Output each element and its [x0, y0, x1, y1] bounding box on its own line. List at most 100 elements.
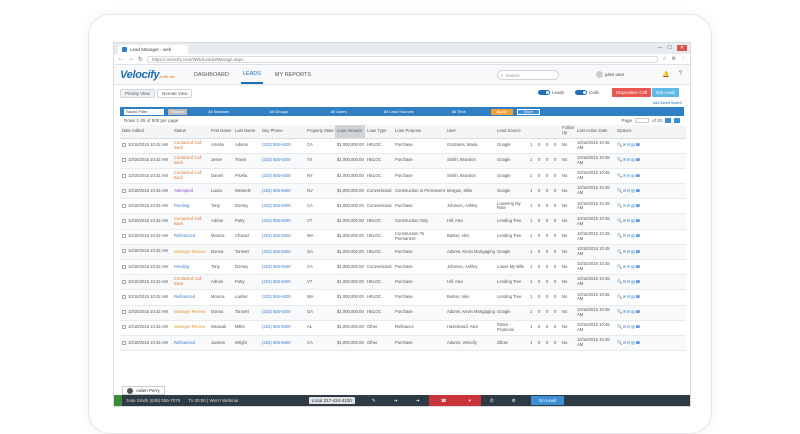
save-button[interactable]: Save — [516, 108, 540, 115]
bookmark-icon[interactable]: ☆ — [662, 56, 666, 62]
caller-id-number[interactable]: Local 317-424-4100 — [308, 397, 355, 404]
page-input[interactable] — [634, 118, 649, 123]
forward-icon[interactable]: ➜ — [407, 395, 429, 406]
menu-icon[interactable]: ⋮ — [681, 56, 686, 62]
table-cell[interactable]: Contacted Call Back — [172, 274, 209, 291]
row-checkbox[interactable] — [122, 264, 126, 269]
nav-dashboard[interactable]: DASHBOARD — [192, 65, 231, 84]
table-row[interactable]: 10/15/2015 10:42 AM Manager Review Donna To… — [120, 305, 686, 321]
bell-icon[interactable]: 🔔 — [662, 71, 669, 78]
user-menu[interactable]: jules user — [596, 71, 624, 78]
table-cell[interactable]: 🔍✉⚙▤☎ — [615, 198, 686, 215]
column-header[interactable]: Loan Amount — [335, 125, 365, 139]
column-header[interactable]: Loan Type — [365, 125, 393, 139]
browser-tab[interactable]: Lead Manager - web — [118, 45, 188, 54]
search-filter-button[interactable]: Search — [168, 108, 187, 115]
edit-icon[interactable]: ✎ — [363, 395, 385, 406]
column-header[interactable]: User — [445, 125, 495, 139]
apply-button[interactable]: Apply — [490, 108, 513, 115]
table-cell[interactable]: (323) 555-8400 — [260, 168, 305, 185]
table-row[interactable]: 10/15/2015 10:42 AM Attempted Laura Wessels… — [120, 183, 686, 200]
table-cell[interactable]: (323) 555-8400 — [260, 229, 305, 245]
table-cell[interactable]: 🔍✉⚙▤☎ — [615, 213, 686, 230]
table-row[interactable]: 10/15/2015 10:42 AM Contacted Call Back Ad… — [120, 213, 686, 230]
row-checkbox[interactable] — [122, 310, 126, 315]
get-lead-button[interactable]: Get Lead — [652, 88, 679, 97]
next-page-button[interactable] — [674, 118, 680, 123]
row-checkbox[interactable] — [122, 219, 126, 224]
row-checkbox[interactable] — [122, 143, 126, 148]
row-checkbox[interactable] — [122, 173, 126, 178]
row-checkbox[interactable] — [122, 249, 126, 254]
saved-filter-select[interactable]: Saved Filter — [124, 108, 164, 115]
table-cell[interactable]: Contacted Call Back — [172, 168, 209, 185]
filter-time[interactable]: All Time — [431, 109, 487, 114]
table-cell[interactable]: Manager Review — [172, 320, 209, 336]
table-cell[interactable]: (323) 555-8400 — [260, 320, 305, 336]
table-cell[interactable]: Pending — [172, 259, 209, 276]
table-cell[interactable]: Manager Review — [172, 305, 209, 321]
table-cell[interactable]: Pending — [172, 198, 209, 215]
table-cell[interactable]: 🔍✉⚙▤☎ — [615, 244, 686, 261]
table-row[interactable]: 10/15/2015 10:42 AM Pending Tony Dorsey (323… — [120, 259, 686, 276]
filter-users[interactable]: All Users — [311, 109, 367, 114]
minimize-icon[interactable]: — — [657, 45, 662, 51]
column-header[interactable]: Last Action Date — [575, 125, 615, 139]
table-cell[interactable]: Attempted — [172, 183, 209, 200]
table-cell[interactable]: (323) 555-8400 — [260, 289, 305, 306]
dialpad-icon[interactable]: ✆ — [481, 395, 503, 406]
table-cell[interactable]: Contacted Call Back — [172, 153, 209, 169]
table-cell[interactable]: Contacted Call Back — [172, 213, 209, 230]
row-checkbox[interactable] — [122, 158, 126, 163]
column-header[interactable] — [536, 125, 544, 139]
column-header[interactable]: Status — [172, 125, 209, 139]
table-cell[interactable]: 🔍✉⚙▤☎ — [615, 305, 686, 321]
table-cell[interactable]: (323) 555-8400 — [260, 198, 305, 215]
table-cell[interactable]: Refinanced — [172, 289, 209, 306]
table-cell[interactable]: (323) 555-8400 — [260, 305, 305, 321]
column-header[interactable]: Lead Source — [495, 125, 528, 139]
contact-popup[interactable]: Adam Perry — [122, 386, 165, 395]
nav-my-reports[interactable]: MY REPORTS — [273, 65, 313, 84]
column-header[interactable]: Options — [615, 125, 686, 139]
table-cell[interactable]: (323) 555-8400 — [260, 244, 305, 261]
column-header[interactable]: Follow Up — [560, 125, 575, 139]
table-cell[interactable]: (323) 555-8400 — [260, 213, 305, 230]
priority-view-button[interactable]: Priority View — [120, 88, 155, 98]
table-row[interactable]: 10/15/2015 10:42 AM Manager Review Donna To… — [120, 244, 686, 261]
filter-groups[interactable]: All Groups — [251, 109, 307, 114]
disposition-call-button[interactable]: Disposition Call — [612, 88, 652, 97]
column-header[interactable] — [552, 125, 560, 139]
maximize-icon[interactable]: ☐ — [667, 45, 671, 51]
address-bar[interactable]: https://.velocify.com/Web/Leads/Manage.a… — [147, 55, 659, 63]
table-row[interactable]: 10/15/2015 10:42 AM Pending Tony Dorsey (323… — [120, 198, 686, 215]
filter-lead-sources[interactable]: All Lead Sources — [371, 109, 427, 114]
dropdown-icon[interactable]: ▾ — [458, 395, 481, 406]
row-checkbox[interactable] — [122, 203, 126, 208]
table-cell[interactable]: 🔍✉⚙▤☎ — [615, 229, 686, 245]
forward-icon[interactable]: → — [128, 56, 134, 62]
extension-icon[interactable]: ⚙ — [672, 56, 676, 62]
table-cell[interactable]: Manager Review — [172, 244, 209, 261]
column-header[interactable]: Date Added — [120, 125, 172, 139]
table-cell[interactable]: 🔍✉⚙▤☎ — [615, 138, 686, 154]
row-checkbox[interactable] — [122, 295, 126, 300]
help-icon[interactable]: ? — [679, 71, 682, 78]
normal-view-button[interactable]: Normal View — [156, 88, 193, 98]
settings-icon[interactable]: ⚙ — [503, 395, 525, 406]
column-header[interactable]: First Name — [209, 125, 233, 139]
table-row[interactable]: 10/15/2015 10:42 AM Contacted Call Back Ad… — [120, 274, 686, 291]
hangup-button[interactable]: ☎ — [428, 395, 459, 406]
column-header[interactable]: Last Name — [233, 125, 260, 139]
table-cell[interactable]: 🔍✉⚙▤☎ — [615, 153, 686, 169]
table-cell[interactable]: 🔍✉⚙▤☎ — [615, 259, 686, 276]
table-cell[interactable]: 🔍✉⚙▤☎ — [615, 335, 686, 352]
go-lead-button[interactable]: Go Lead — [530, 396, 564, 405]
table-cell[interactable]: 🔍✉⚙▤☎ — [615, 320, 686, 336]
table-cell[interactable]: 🔍✉⚙▤☎ — [615, 289, 686, 306]
table-cell[interactable]: (323) 555-8400 — [260, 183, 305, 200]
table-cell[interactable]: 🔍✉⚙▤☎ — [615, 274, 686, 291]
row-checkbox[interactable] — [122, 188, 126, 193]
column-header[interactable]: Loan Purpose — [393, 125, 445, 139]
transfer-icon[interactable]: ➜ — [385, 395, 407, 406]
